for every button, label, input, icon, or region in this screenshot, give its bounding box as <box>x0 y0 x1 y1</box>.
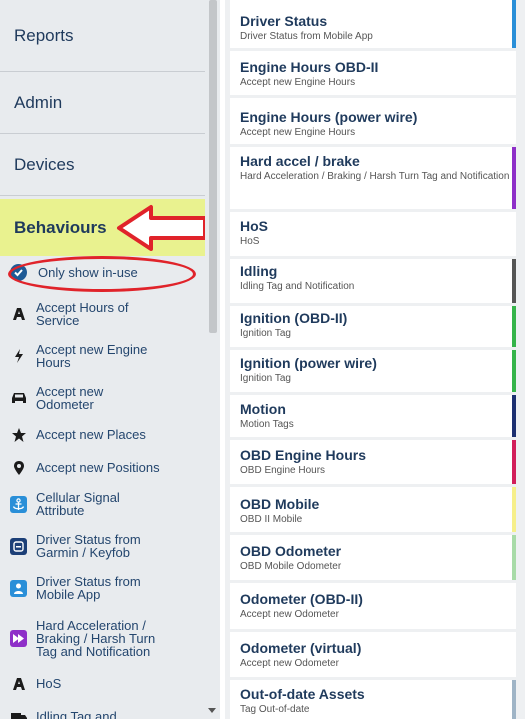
fast-forward-icon <box>10 630 27 647</box>
bolt-icon <box>10 348 27 365</box>
sidebar-rule-cellular-signal-attribute[interactable]: Cellular Signal Attribute <box>10 491 205 517</box>
rule-subtitle: Ignition Tag <box>240 373 291 384</box>
rule-card[interactable]: OBD Engine Hours OBD Engine Hours <box>230 440 516 484</box>
nav-admin-label: Admin <box>14 92 63 112</box>
sidebar-rule-accept-new-places[interactable]: Accept new Places <box>10 426 205 443</box>
nav-reports[interactable]: Reports <box>0 0 205 72</box>
rule-subtitle: Accept new Engine Hours <box>240 127 356 138</box>
rule-subtitle: OBD II Mobile <box>240 514 303 525</box>
rule-title: Out-of-date Assets <box>240 686 365 702</box>
sidebar-rule-accept-new-odometer[interactable]: Accept new Odometer <box>10 385 205 411</box>
rule-subtitle: Motion Tags <box>240 419 294 430</box>
anchor-icon <box>10 495 27 513</box>
sidebar: Reports Admin Devices Behaviours Only sh… <box>0 0 205 719</box>
sidebar-rule-idling[interactable]: Idling Tag and <box>10 708 205 719</box>
rule-card[interactable]: Ignition (power wire) Ignition Tag <box>230 350 516 392</box>
car-icon <box>10 390 27 407</box>
rule-title: OBD Engine Hours <box>240 447 367 463</box>
rule-title: Idling <box>240 263 278 279</box>
rule-title: Hard accel / brake <box>240 153 360 169</box>
sidebar-rule-hard-acceleration[interactable]: Hard Acceleration / Braking / Harsh Turn T… <box>10 619 205 658</box>
rule-label-line: Accept new Positions <box>36 460 160 475</box>
rule-subtitle: OBD Mobile Odometer <box>240 561 342 572</box>
rule-card[interactable]: Engine Hours (power wire) Accept new Eng… <box>230 98 516 144</box>
pin-icon <box>10 459 27 476</box>
rule-card[interactable]: Idling Idling Tag and Notification <box>230 259 516 303</box>
rule-label-line: Mobile App <box>36 587 101 602</box>
rule-card[interactable]: Driver Status Driver Status from Mobile … <box>230 0 516 48</box>
rule-label-line: Service <box>36 313 80 328</box>
rule-label-line: HoS <box>36 676 62 691</box>
rule-title: Engine Hours (power wire) <box>240 109 418 125</box>
rule-subtitle: Accept new Engine Hours <box>240 77 356 88</box>
truck-icon <box>10 708 27 719</box>
highlight-oval <box>8 256 196 292</box>
sidebar-rule-accept-new-positions[interactable]: Accept new Positions <box>10 459 205 476</box>
rule-card[interactable]: HoS HoS <box>230 212 516 256</box>
rule-card[interactable]: Engine Hours OBD-II Accept new Engine Ho… <box>230 51 516 95</box>
scroll-down-arrow-icon[interactable] <box>206 704 218 716</box>
annotation-arrow-icon <box>117 205 207 251</box>
nav-devices[interactable]: Devices <box>0 134 205 196</box>
rule-title: Motion <box>240 401 286 417</box>
rule-card[interactable]: Motion Motion Tags <box>230 395 516 437</box>
hos-icon <box>10 306 27 323</box>
nav-reports-label: Reports <box>14 25 74 45</box>
rule-subtitle: Accept new Odometer <box>240 658 339 669</box>
hos-icon <box>10 675 27 692</box>
sidebar-rule-accept-new-engine-hours[interactable]: Accept new Engine Hours <box>10 343 205 369</box>
rule-card[interactable]: Ignition (OBD-II) Ignition Tag <box>230 306 516 347</box>
rule-card[interactable]: OBD Odometer OBD Mobile Odometer <box>230 535 516 580</box>
garmin-icon <box>10 537 27 555</box>
rule-title: Odometer (OBD-II) <box>240 591 363 607</box>
nav-devices-label: Devices <box>14 154 75 174</box>
sidebar-rule-driver-status-garmin[interactable]: Driver Status from Garmin / Keyfob <box>10 533 205 559</box>
rule-card[interactable]: Out-of-date Assets Tag Out-of-date <box>230 680 516 719</box>
rule-title: Ignition (OBD-II) <box>240 310 348 326</box>
rule-card[interactable]: Odometer (OBD-II) Accept new Odometer <box>230 583 516 629</box>
rule-subtitle: Driver Status from Mobile App <box>240 31 373 42</box>
rule-subtitle: Idling Tag and Notification <box>240 281 355 292</box>
rule-title: Odometer (virtual) <box>240 640 362 656</box>
rule-subtitle: Ignition Tag <box>240 328 291 339</box>
rule-label-line: Tag and Notification <box>36 644 151 659</box>
rule-subtitle: Accept new Odometer <box>240 609 339 620</box>
rule-label-line: Hours <box>36 355 71 370</box>
rule-title: Driver Status <box>240 13 328 29</box>
rule-card[interactable]: OBD Mobile OBD II Mobile <box>230 487 516 532</box>
rule-subtitle: Tag Out-of-date <box>240 704 310 715</box>
rule-title: Engine Hours OBD-II <box>240 59 379 75</box>
star-icon <box>10 426 27 443</box>
rule-title: Ignition (power wire) <box>240 355 377 371</box>
sidebar-rule-accept-hours-of-service[interactable]: Accept Hours of Service <box>10 301 205 327</box>
rule-label-line: Garmin / Keyfob <box>36 545 130 560</box>
rule-subtitle: Hard Acceleration / Braking / Harsh Turn… <box>240 171 510 182</box>
rule-label-line: Attribute <box>36 503 85 518</box>
rule-label-line: Idling Tag and <box>36 709 117 719</box>
rule-label-line: Accept new Places <box>36 427 146 442</box>
sidebar-scrollbar-thumb[interactable] <box>209 0 217 333</box>
rule-title: OBD Mobile <box>240 496 320 512</box>
rule-title: HoS <box>240 218 268 234</box>
nav-behaviours-label: Behaviours <box>14 217 107 237</box>
rule-label-line: Odometer <box>36 397 94 412</box>
rule-subtitle: OBD Engine Hours <box>240 465 326 476</box>
rule-title: OBD Odometer <box>240 543 342 559</box>
rule-card[interactable]: Hard accel / brake Hard Acceleration / B… <box>230 147 516 209</box>
sidebar-rule-hos[interactable]: HoS <box>10 675 205 692</box>
rule-subtitle: HoS <box>240 236 260 247</box>
person-icon <box>10 579 27 597</box>
nav-admin[interactable]: Admin <box>0 72 205 134</box>
rule-card[interactable]: Odometer (virtual) Accept new Odometer <box>230 632 516 677</box>
sidebar-rule-driver-status-mobile[interactable]: Driver Status from Mobile App <box>10 575 205 601</box>
